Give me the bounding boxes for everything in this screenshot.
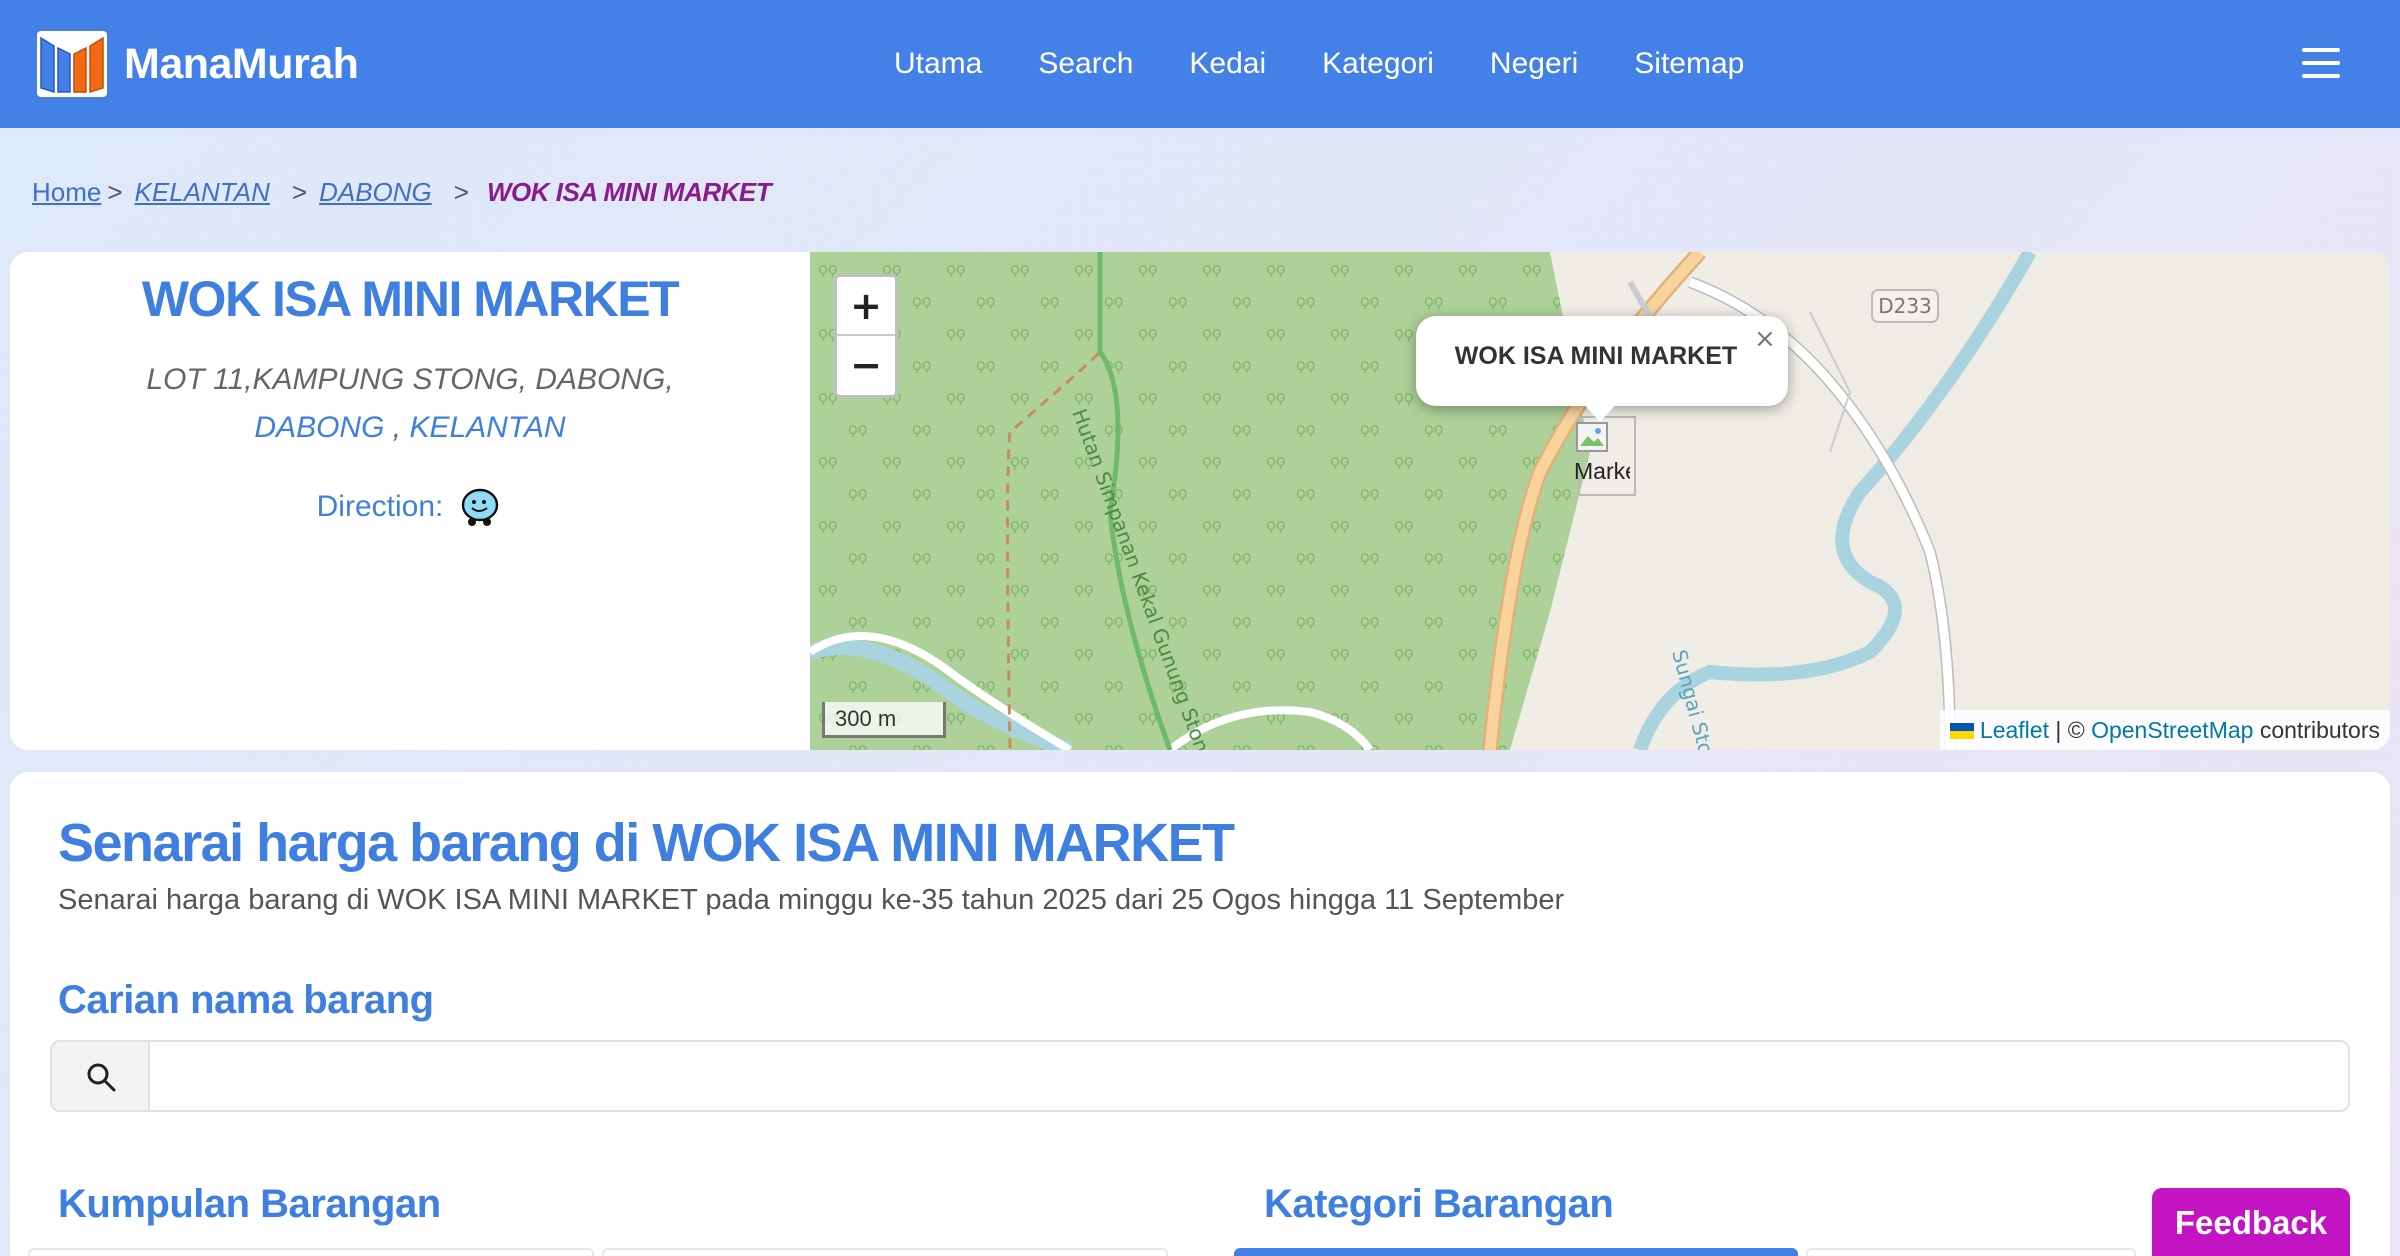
shop-card: WOK ISA MINI MARKET LOT 11,KAMPUNG STONG…: [10, 252, 2390, 750]
search-label: Carian nama barang: [58, 978, 434, 1022]
broken-image-icon: [1576, 422, 1608, 452]
marker-alt-text: Marker: [1574, 458, 1630, 484]
attribution-sep: | ©: [2048, 717, 2092, 743]
ukraine-flag-icon: [1949, 723, 1974, 739]
breadcrumb-state[interactable]: KELANTAN: [135, 177, 270, 208]
group-tab[interactable]: [602, 1248, 1168, 1256]
breadcrumb-current: WOK ISA MINI MARKET: [486, 176, 772, 207]
map-road-label: D233: [1878, 294, 1932, 318]
shop-address-line: LOT 11,KAMPUNG STONG, DABONG,: [146, 363, 674, 396]
category-tab-active[interactable]: [1234, 1248, 1798, 1256]
shop-address-area: DABONG , KELANTAN: [10, 404, 810, 452]
categories-title: Kategori Barangan: [1264, 1182, 1614, 1226]
nav-link-search[interactable]: Search: [1038, 47, 1133, 81]
search-input[interactable]: [150, 1042, 2348, 1110]
direction-label: Direction:: [316, 490, 444, 523]
manamurah-logo-icon: [37, 31, 107, 97]
shop-district-link[interactable]: DABONG: [254, 411, 384, 444]
address-comma: ,: [384, 411, 410, 444]
nav-link-kategori[interactable]: Kategori: [1322, 47, 1434, 81]
search-icon: [87, 1063, 116, 1092]
location-map[interactable]: ϙϙ ϙϙ D233 Huta: [810, 252, 2390, 750]
zoom-in-button[interactable]: +: [837, 277, 895, 336]
brand-name: ManaMurah: [124, 39, 359, 88]
search-group: [50, 1040, 2350, 1112]
map-scale: 300 m: [822, 702, 946, 738]
breadcrumb-separator: >: [453, 176, 469, 207]
popup-close-button[interactable]: ×: [1754, 324, 1776, 354]
breadcrumb: Home > KELANTAN > DABONG > WOK ISA MINI …: [32, 174, 772, 210]
search-addon: [52, 1042, 150, 1110]
feedback-button[interactable]: Feedback: [2152, 1188, 2350, 1256]
popup-tip: [1580, 400, 1620, 422]
hamburger-menu-icon[interactable]: [2302, 46, 2340, 80]
category-tab[interactable]: [1806, 1248, 2136, 1256]
price-list-title: Senarai harga barang di WOK ISA MINI MAR…: [58, 813, 1235, 873]
nav-links: Utama Search Kedai Kategori Negeri Sitem…: [894, 40, 1800, 88]
group-tab[interactable]: [28, 1248, 594, 1256]
popup-shop-name: WOK ISA MINI MARKET: [1454, 342, 1738, 370]
groups-title: Kumpulan Barangan: [58, 1182, 441, 1226]
map-zoom-control: + −: [834, 274, 898, 398]
shop-info: WOK ISA MINI MARKET LOT 11,KAMPUNG STONG…: [10, 252, 810, 750]
nav-link-utama[interactable]: Utama: [894, 47, 982, 81]
brand[interactable]: ManaMurah: [34, 28, 359, 100]
shop-state-link[interactable]: KELANTAN: [409, 411, 565, 444]
map-marker[interactable]: Marker: [1574, 416, 1636, 496]
waze-icon[interactable]: [457, 484, 503, 530]
breadcrumb-separator: >: [107, 176, 123, 207]
map-popup: WOK ISA MINI MARKET ×: [1416, 316, 1788, 422]
price-list-subtitle: Senarai harga barang di WOK ISA MINI MAR…: [58, 884, 1565, 916]
breadcrumb-district[interactable]: DABONG: [319, 177, 432, 208]
shop-address: LOT 11,KAMPUNG STONG, DABONG, DABONG , K…: [10, 356, 810, 452]
navbar: ManaMurah Utama Search Kedai Kategori Ne…: [0, 0, 2400, 128]
nav-link-kedai[interactable]: Kedai: [1189, 47, 1266, 81]
attribution-suffix: contributors: [2253, 717, 2380, 743]
map-attribution: Leaflet | © OpenStreetMap contributors: [1939, 710, 2390, 750]
direction: Direction:: [10, 484, 810, 530]
breadcrumb-separator: >: [291, 176, 308, 207]
leaflet-link[interactable]: Leaflet: [1980, 717, 2049, 743]
osm-link[interactable]: OpenStreetMap: [2091, 717, 2253, 743]
breadcrumb-home[interactable]: Home: [32, 177, 101, 208]
price-list-card: Senarai harga barang di WOK ISA MINI MAR…: [10, 772, 2390, 1256]
shop-title: WOK ISA MINI MARKET: [141, 271, 680, 327]
nav-link-negeri[interactable]: Negeri: [1490, 47, 1578, 81]
nav-link-sitemap[interactable]: Sitemap: [1634, 47, 1744, 81]
zoom-out-button[interactable]: −: [837, 336, 895, 395]
